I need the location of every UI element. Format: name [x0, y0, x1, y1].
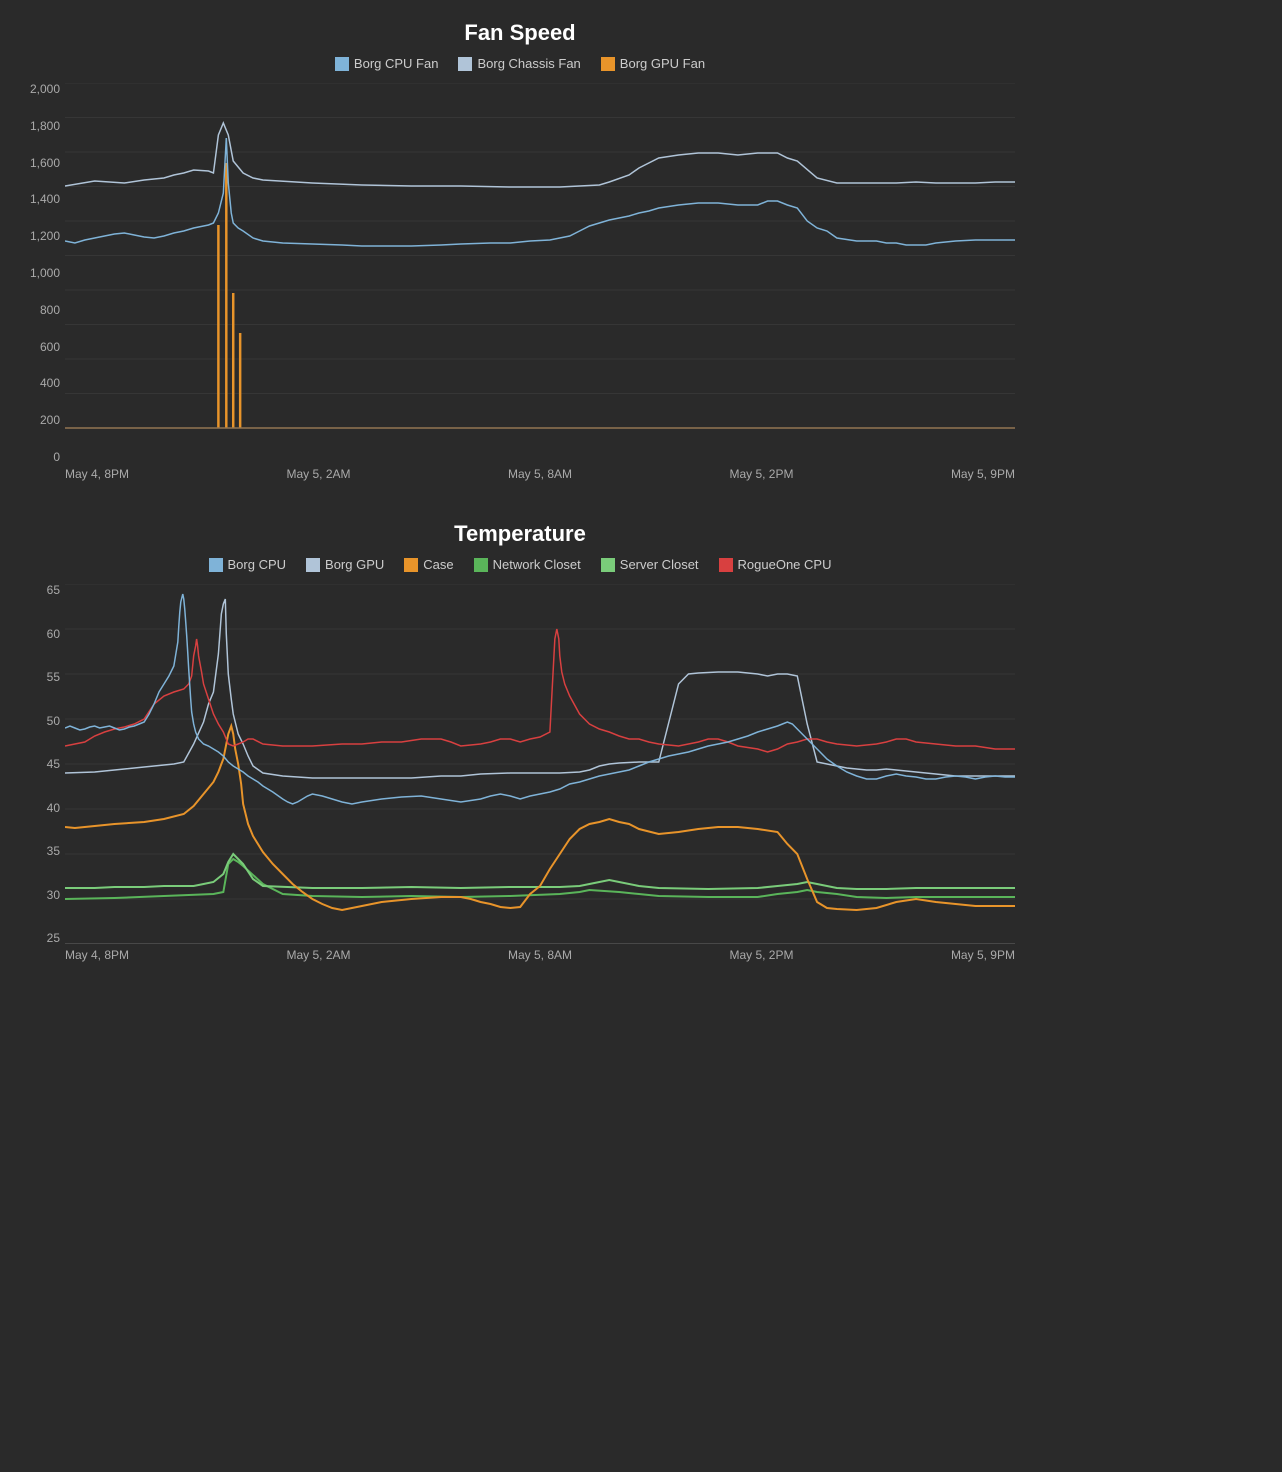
x-label-temp-may5-9pm: May 5, 9PM [951, 948, 1015, 962]
x-label-temp-may5-2pm: May 5, 2PM [729, 948, 793, 962]
y-label-1000: 1,000 [10, 267, 60, 279]
legend-color-case [404, 558, 418, 572]
fan-speed-title: Fan Speed [10, 20, 1030, 46]
y-label-40: 40 [10, 802, 60, 814]
fan-speed-chart-container: Fan Speed Borg CPU Fan Borg Chassis Fan … [0, 0, 1040, 501]
y-label-800: 800 [10, 304, 60, 316]
legend-color-rogueone-cpu [719, 558, 733, 572]
legend-color-network-closet [474, 558, 488, 572]
legend-label-chassis-fan: Borg Chassis Fan [477, 56, 580, 71]
temp-y-axis: 65 60 55 50 45 40 35 30 25 [10, 584, 60, 944]
x-label-may4-8pm: May 4, 8PM [65, 467, 129, 481]
y-label-1200: 1,200 [10, 230, 60, 242]
legend-color-server-closet [601, 558, 615, 572]
temperature-svg [65, 584, 1015, 944]
fan-speed-svg [65, 83, 1015, 463]
y-label-25: 25 [10, 932, 60, 944]
temperature-legend: Borg CPU Borg GPU Case Network Closet Se… [10, 557, 1030, 572]
temperature-x-axis: May 4, 8PM May 5, 2AM May 5, 8AM May 5, … [65, 948, 1015, 962]
y-label-1600: 1,600 [10, 157, 60, 169]
y-label-55: 55 [10, 671, 60, 683]
y-label-1400: 1,400 [10, 193, 60, 205]
y-label-35: 35 [10, 845, 60, 857]
legend-label-borg-cpu: Borg CPU [228, 557, 287, 572]
legend-item-server-closet: Server Closet [601, 557, 699, 572]
legend-item-borg-cpu: Borg CPU [209, 557, 287, 572]
x-label-may5-2am: May 5, 2AM [286, 467, 350, 481]
x-label-may5-9pm: May 5, 9PM [951, 467, 1015, 481]
legend-color-gpu-fan [601, 57, 615, 71]
legend-label-server-closet: Server Closet [620, 557, 699, 572]
y-label-65: 65 [10, 584, 60, 596]
legend-item-cpu-fan: Borg CPU Fan [335, 56, 439, 71]
y-label-400: 400 [10, 377, 60, 389]
x-label-may5-2pm: May 5, 2PM [729, 467, 793, 481]
y-label-60: 60 [10, 628, 60, 640]
legend-item-gpu-fan: Borg GPU Fan [601, 56, 705, 71]
y-label-2000: 2,000 [10, 83, 60, 95]
y-label-0: 0 [10, 451, 60, 463]
y-label-50: 50 [10, 715, 60, 727]
legend-item-network-closet: Network Closet [474, 557, 581, 572]
temperature-chart-container: Temperature Borg CPU Borg GPU Case Netwo… [0, 501, 1040, 982]
fan-speed-legend: Borg CPU Fan Borg Chassis Fan Borg GPU F… [10, 56, 1030, 71]
legend-item-borg-gpu: Borg GPU [306, 557, 384, 572]
x-label-temp-may5-2am: May 5, 2AM [286, 948, 350, 962]
y-label-30: 30 [10, 889, 60, 901]
temperature-title: Temperature [10, 521, 1030, 547]
legend-item-rogueone-cpu: RogueOne CPU [719, 557, 832, 572]
y-label-1800: 1,800 [10, 120, 60, 132]
y-label-200: 200 [10, 414, 60, 426]
legend-color-chassis-fan [458, 57, 472, 71]
fan-speed-y-axis: 2,000 1,800 1,600 1,400 1,200 1,000 800 … [10, 83, 60, 463]
legend-label-cpu-fan: Borg CPU Fan [354, 56, 439, 71]
legend-item-chassis-fan: Borg Chassis Fan [458, 56, 580, 71]
legend-label-gpu-fan: Borg GPU Fan [620, 56, 705, 71]
y-label-45: 45 [10, 758, 60, 770]
legend-item-case: Case [404, 557, 453, 572]
legend-label-network-closet: Network Closet [493, 557, 581, 572]
legend-color-borg-gpu [306, 558, 320, 572]
fan-speed-x-axis: May 4, 8PM May 5, 2AM May 5, 8AM May 5, … [65, 467, 1015, 481]
legend-label-case: Case [423, 557, 453, 572]
legend-label-rogueone-cpu: RogueOne CPU [738, 557, 832, 572]
legend-color-cpu-fan [335, 57, 349, 71]
legend-color-borg-cpu [209, 558, 223, 572]
y-label-600: 600 [10, 341, 60, 353]
x-label-temp-may5-8am: May 5, 8AM [508, 948, 572, 962]
x-label-may5-8am: May 5, 8AM [508, 467, 572, 481]
legend-label-borg-gpu: Borg GPU [325, 557, 384, 572]
x-label-temp-may4-8pm: May 4, 8PM [65, 948, 129, 962]
